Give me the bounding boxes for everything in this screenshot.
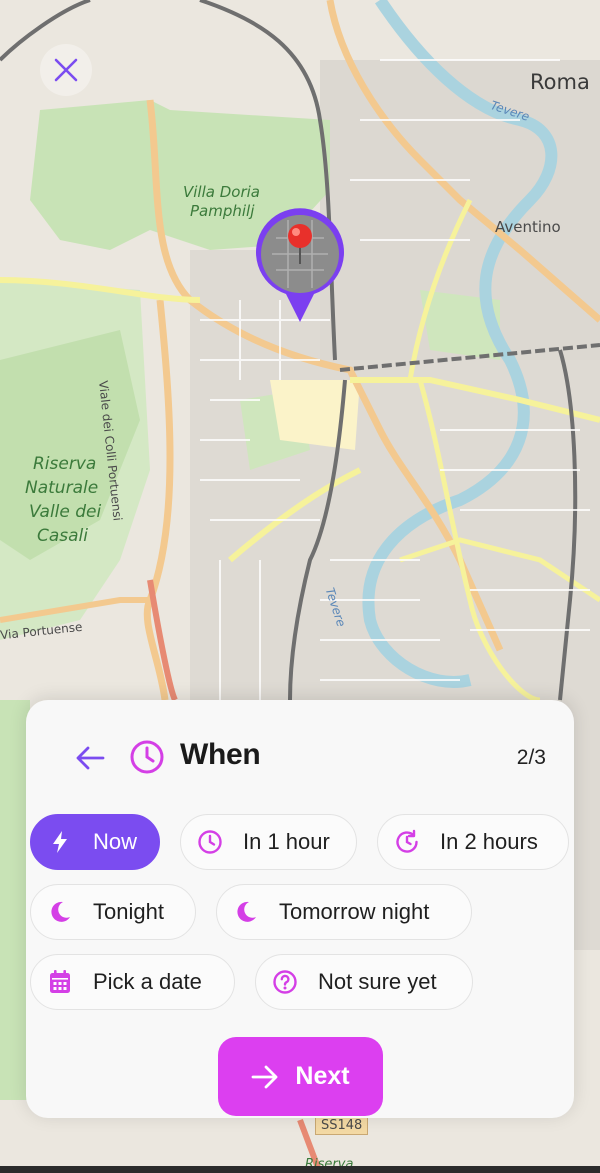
system-nav-bar [0, 1166, 600, 1173]
option-not-sure-yet[interactable]: Not sure yet [255, 954, 473, 1010]
back-button[interactable] [70, 738, 110, 778]
option-in-2-hours[interactable]: In 2 hours [377, 814, 569, 870]
option-pick-a-date[interactable]: Pick a date [30, 954, 235, 1010]
next-button[interactable]: Next [218, 1037, 383, 1116]
question-circle-icon [272, 969, 298, 995]
moon-icon [47, 899, 73, 925]
map-label-riserva-1: Riserva [33, 454, 97, 474]
map-label-roma: Roma [530, 70, 590, 94]
map-label-riserva-2: Naturale [25, 478, 99, 498]
map-label-villa-doria: Villa Doria [183, 183, 260, 201]
map-label-aventino: Aventino [495, 218, 561, 236]
when-sheet: When 2/3 Now In 1 hour In 2 hours Tonigh… [26, 700, 574, 1118]
clock-icon [130, 740, 164, 774]
clock-refresh-icon [394, 829, 420, 855]
step-indicator: 2/3 [516, 746, 546, 769]
option-label: Tonight [93, 899, 164, 924]
option-in-1-hour[interactable]: In 1 hour [180, 814, 357, 870]
option-label: In 2 hours [440, 829, 538, 854]
close-icon [54, 58, 78, 82]
option-label: Not sure yet [318, 969, 437, 994]
lightning-icon [47, 829, 73, 855]
clock-icon [197, 829, 223, 855]
next-label: Next [295, 1062, 350, 1090]
option-now[interactable]: Now [30, 814, 160, 870]
location-pin-icon [256, 208, 344, 322]
option-label: In 1 hour [243, 829, 330, 854]
map-label-riserva-4: Casali [37, 526, 89, 546]
location-marker[interactable] [254, 208, 346, 326]
map-label-ss148: SS148 [315, 1116, 369, 1135]
map-label-pamphilj: Pamphilj [190, 202, 255, 220]
option-label: Now [93, 829, 138, 854]
arrow-left-icon [76, 746, 105, 770]
option-tonight[interactable]: Tonight [30, 884, 196, 940]
sheet-header: When 2/3 [26, 700, 574, 810]
map-label-riserva-3: Valle dei [29, 502, 102, 522]
arrow-right-icon [252, 1065, 278, 1088]
moon-icon [233, 899, 259, 925]
option-tomorrow-night[interactable]: Tomorrow night [216, 884, 472, 940]
option-label: Pick a date [93, 969, 202, 994]
option-label: Tomorrow night [279, 899, 430, 924]
close-button[interactable] [40, 44, 92, 96]
calendar-icon [47, 969, 73, 995]
sheet-title: When [180, 738, 261, 771]
